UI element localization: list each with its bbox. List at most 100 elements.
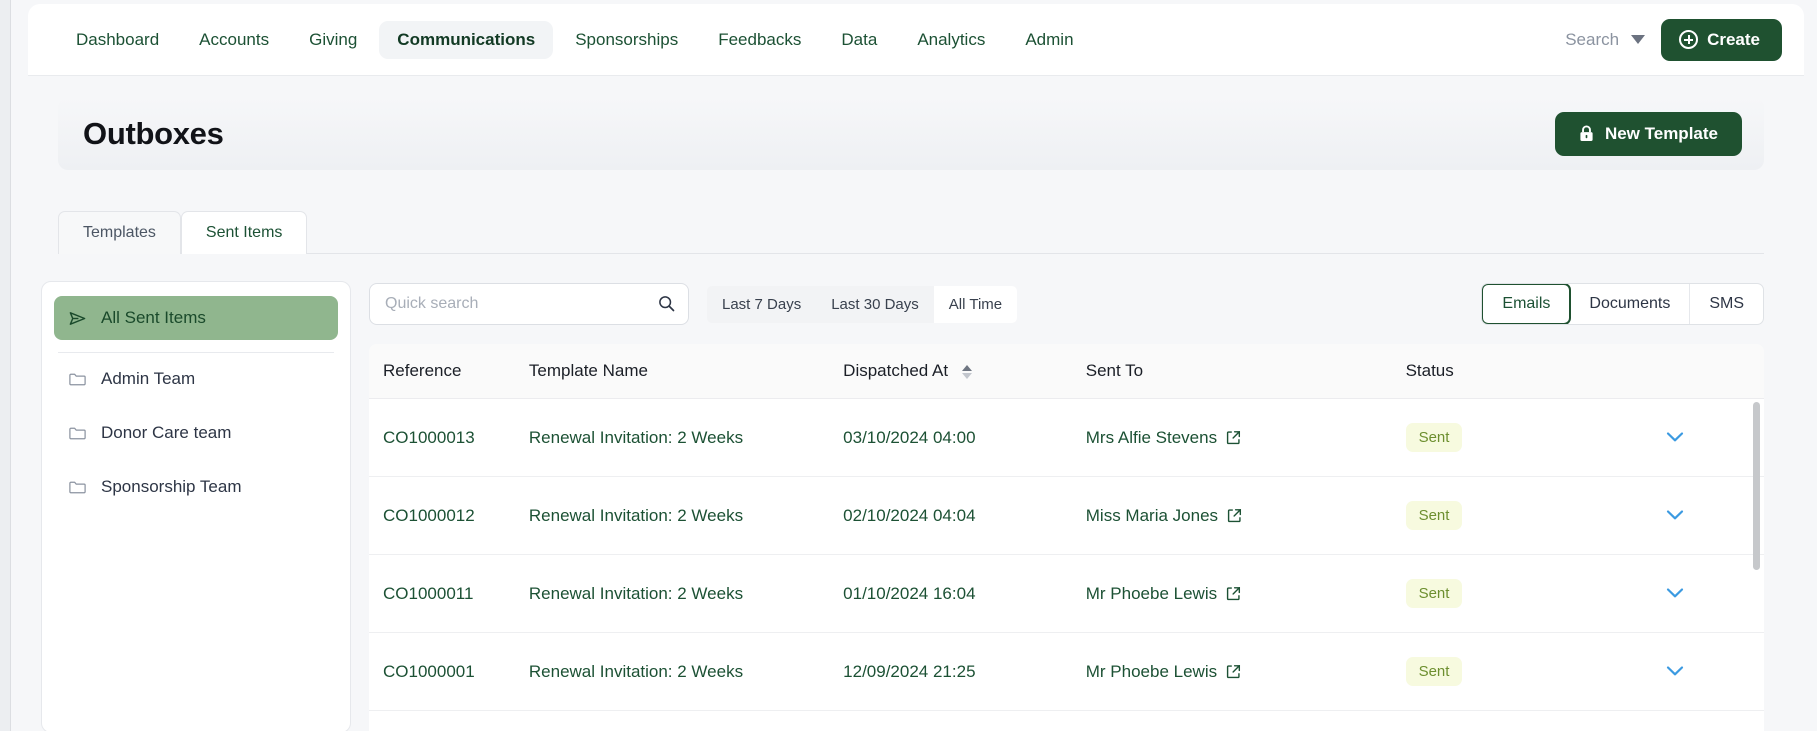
cell-status: Sent [1405,554,1643,633]
sent-items-main: Last 7 Days Last 30 Days All Time Emails… [369,281,1764,731]
sort-arrows-icon[interactable] [961,364,972,379]
folder-icon [69,481,86,493]
outbox-sidebar: All Sent Items Admin Team Donor Care tea… [41,281,351,731]
cell-expand [1642,476,1764,555]
page-body: Outboxes New Template Templates Sent Ite… [11,97,1817,731]
column-header-dispatched-at[interactable]: Dispatched At [843,344,1086,399]
table-row[interactable]: CO1000012 Renewal Invitation: 2 Weeks 02… [369,476,1764,555]
column-header-sent-to[interactable]: Sent To [1085,344,1406,399]
cell-dispatched-at: 02/10/2024 04:04 [843,476,1086,555]
table-row[interactable]: CO1000013 Renewal Invitation: 2 Weeks 03… [369,398,1764,477]
cell-expand [1642,554,1764,633]
sidebar-divider [58,352,334,353]
column-header-expand [1642,344,1764,399]
cell-dispatched-at: 03/10/2024 04:00 [843,398,1086,477]
nav-item-sponsorships[interactable]: Sponsorships [557,21,696,59]
status-badge: Sent [1405,423,1463,452]
cell-sent-to: Miss Maria Jones [1085,476,1406,555]
nav-right-group: Search Create [1565,18,1782,61]
external-link-icon[interactable] [1226,664,1241,679]
date-filter-all-time[interactable]: All Time [933,285,1018,323]
search-input[interactable] [369,283,689,325]
quick-search [369,283,689,325]
cell-sent-to: Mrs Alfie Stevens [1085,398,1406,477]
chevron-down-icon[interactable] [1665,665,1685,677]
cell-expand [1642,632,1764,711]
list-toolbar: Last 7 Days Last 30 Days All Time Emails… [369,281,1764,327]
cell-dispatched-at: 12/09/2024 21:25 [843,632,1086,711]
nav-item-giving[interactable]: Giving [291,21,375,59]
create-button[interactable]: Create [1661,18,1782,61]
nav-item-feedbacks[interactable]: Feedbacks [700,21,819,59]
type-toggle-emails[interactable]: Emails [1482,284,1572,324]
cell-reference[interactable]: CO1000011 [369,554,529,633]
nav-item-data[interactable]: Data [823,21,895,59]
table-scrollbar-thumb[interactable] [1753,402,1760,570]
cell-template-name: Renewal Invitation: 2 Weeks [528,554,844,633]
chevron-down-icon[interactable] [1665,587,1685,599]
date-filter-last-30-days[interactable]: Last 30 Days [816,286,934,323]
table-row[interactable]: CO1000011 Renewal Invitation: 2 Weeks 01… [369,554,1764,633]
nav-items: Dashboard Accounts Giving Communications… [58,20,1092,59]
app-viewport: Dashboard Accounts Giving Communications… [11,0,1817,731]
folder-icon [69,373,86,385]
tab-bar: Templates Sent Items [58,206,1764,254]
status-badge: Sent [1405,579,1463,608]
sidebar-item-admin-team[interactable]: Admin Team [54,357,338,401]
type-toggle-sms[interactable]: SMS [1690,284,1763,324]
date-filter-group: Last 7 Days Last 30 Days All Time [707,285,1018,323]
sidebar-item-label: All Sent Items [101,308,206,327]
table-header-row: Reference Template Name Dispatched At Se… [369,344,1764,399]
column-header-reference[interactable]: Reference [369,344,529,399]
tab-sent-items[interactable]: Sent Items [180,211,308,254]
chevron-down-icon [1631,35,1646,44]
column-header-status[interactable]: Status [1405,344,1643,399]
table-head: Reference Template Name Dispatched At Se… [369,344,1764,399]
sent-items-table: Reference Template Name Dispatched At Se… [369,344,1764,711]
external-link-icon[interactable] [1226,430,1241,445]
sidebar-item-label: Admin Team [101,369,196,388]
external-link-icon[interactable] [1226,586,1241,601]
nav-item-analytics[interactable]: Analytics [899,21,1003,59]
status-badge: Sent [1405,501,1463,530]
sidebar-item-sponsorship-team[interactable]: Sponsorship Team [54,465,338,509]
cell-reference[interactable]: CO1000012 [369,476,529,555]
search-icon[interactable] [658,295,675,312]
table-row[interactable]: CO1000001 Renewal Invitation: 2 Weeks 12… [369,632,1764,711]
nav-item-communications[interactable]: Communications [379,20,554,59]
new-template-button[interactable]: New Template [1554,111,1742,156]
search-dropdown[interactable]: Search [1565,30,1647,50]
content-area: All Sent Items Admin Team Donor Care tea… [41,281,1764,731]
date-filter-last-7-days[interactable]: Last 7 Days [707,286,816,323]
browser-left-gutter [0,0,11,731]
send-icon [69,311,86,325]
cell-sent-to-label: Mr Phoebe Lewis [1085,583,1218,603]
cell-sent-to-label: Mr Phoebe Lewis [1085,661,1218,681]
sent-items-table-wrapper: Reference Template Name Dispatched At Se… [369,344,1764,731]
type-toggle-documents[interactable]: Documents [1570,284,1691,324]
new-template-label: New Template [1604,123,1718,143]
chevron-down-icon[interactable] [1665,509,1685,521]
sidebar-item-label: Sponsorship Team [101,477,242,496]
nav-item-dashboard[interactable]: Dashboard [58,21,177,59]
cell-status: Sent [1405,476,1643,555]
cell-reference[interactable]: CO1000001 [369,632,529,711]
sidebar-item-donor-care-team[interactable]: Donor Care team [54,411,338,455]
search-dropdown-label: Search [1565,29,1620,49]
page-header-card: Outboxes New Template [58,97,1764,170]
sidebar-item-label: Donor Care team [101,423,232,442]
cell-sent-to-label: Miss Maria Jones [1085,505,1219,525]
nav-item-admin[interactable]: Admin [1007,21,1091,59]
cell-dispatched-at: 01/10/2024 16:04 [843,554,1086,633]
top-navigation-bar: Dashboard Accounts Giving Communications… [28,4,1804,76]
external-link-icon[interactable] [1227,508,1242,523]
cell-reference[interactable]: CO1000013 [369,398,529,477]
cell-sent-to-label: Mrs Alfie Stevens [1085,427,1218,447]
chevron-down-icon[interactable] [1665,431,1685,443]
tab-templates[interactable]: Templates [58,211,181,254]
sidebar-item-all-sent-items[interactable]: All Sent Items [54,296,338,340]
table-scrollbar[interactable] [1753,402,1760,731]
column-header-template-name[interactable]: Template Name [528,344,844,399]
column-header-dispatched-at-label: Dispatched At [843,361,949,380]
nav-item-accounts[interactable]: Accounts [181,21,287,59]
